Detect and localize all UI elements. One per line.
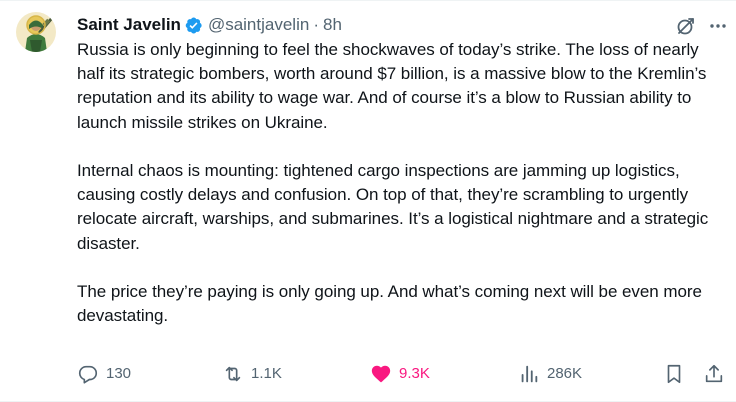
tweet-paragraph: Russia is only beginning to feel the sho… — [77, 40, 707, 132]
tweet-actions: 130 1.1K 9.3K 286K — [77, 362, 728, 386]
author-display-name[interactable]: Saint Javelin — [77, 12, 181, 38]
views-count: 286K — [547, 365, 583, 382]
more-icon[interactable] — [708, 16, 728, 36]
tweet-text: Russia is only beginning to feel the sho… — [77, 38, 721, 328]
tweet-time[interactable]: 8h — [323, 12, 342, 38]
verified-badge-icon — [184, 16, 203, 35]
repost-count: 1.1K — [251, 365, 282, 382]
like-count: 9.3K — [399, 365, 430, 382]
views-icon — [521, 365, 538, 383]
tweet-paragraph: The price they’re paying is only going u… — [77, 282, 702, 326]
tweet-content: Saint Javelin @saintjavelin · 8h Russia … — [77, 12, 726, 328]
separator-dot: · — [313, 15, 319, 34]
grok-icon[interactable] — [676, 16, 696, 36]
repost-button[interactable]: 1.1K — [222, 362, 282, 386]
like-button[interactable]: 9.3K — [370, 362, 430, 386]
heart-icon — [371, 365, 391, 383]
reply-count: 130 — [106, 365, 132, 382]
author-handle[interactable]: @saintjavelin — [208, 12, 309, 38]
tweet-paragraph: Internal chaos is mounting: tightened ca… — [77, 161, 709, 253]
bookmark-button[interactable] — [663, 362, 685, 386]
top-divider — [0, 0, 736, 1]
share-icon — [705, 364, 723, 383]
share-button[interactable] — [703, 362, 725, 386]
repost-icon — [225, 366, 241, 382]
views-button[interactable]: 286K — [518, 362, 582, 386]
bookmark-icon — [667, 364, 681, 384]
reply-icon — [78, 365, 98, 384]
tweet-header: Saint Javelin @saintjavelin · 8h — [77, 12, 721, 38]
header-actions — [676, 16, 728, 36]
avatar-image — [16, 12, 56, 52]
avatar[interactable] — [16, 12, 56, 52]
reply-button[interactable]: 130 — [77, 362, 131, 386]
